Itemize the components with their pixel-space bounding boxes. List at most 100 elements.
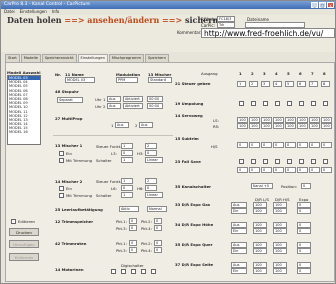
failsafe-checkbox[interactable] [287,159,292,164]
expo-field[interactable]: 0 [297,208,311,214]
reverse-checkbox[interactable] [311,101,316,106]
failsafe-field[interactable]: 0 [321,167,332,173]
subtrim-field[interactable]: 0 [261,142,272,148]
failsafe-field[interactable]: 0 [273,167,284,173]
digiswitch-checkbox-1[interactable] [111,269,116,274]
travel-rs-field[interactable]: 100 [249,123,260,129]
tab-speicheransicht[interactable]: Speicheransicht [41,54,77,62]
multiprop-1-select[interactable]: Aus [115,122,129,128]
expo-field[interactable]: 0 [297,228,311,234]
dr-ls-field[interactable]: 100 [253,228,267,234]
reverse-checkbox[interactable] [287,101,292,106]
mixer1-function-2[interactable]: 2 [145,143,157,149]
remove-button[interactable]: Entfernen [9,253,39,261]
trim-p3-field[interactable]: 0 [129,225,137,231]
mixer-select[interactable]: Standard [148,77,172,83]
travel-rs-field[interactable]: 100 [273,123,284,129]
servo-assign-field[interactable]: 2 [249,81,258,87]
mixer1-l3-field[interactable]: 0 [121,150,133,156]
model-list[interactable]: MODEL 03 MODEL 04 MODEL 05 MODEL 06 MODE… [7,75,41,145]
trim-p4-field[interactable]: 0 [154,225,162,231]
rate-p4-field[interactable]: 0 [154,247,162,253]
servo-assign-field[interactable]: 4 [273,81,282,87]
edit-checkbox[interactable] [11,219,16,224]
mixer2-l6-field[interactable]: 0 [121,185,133,191]
mixer1-h3-field[interactable]: 0 [145,150,157,156]
failsafe-checkbox[interactable] [251,159,256,164]
dr-ls-field[interactable]: 100 [253,208,267,214]
idle-active-select[interactable]: Aktiv [119,206,139,212]
subtrim-field[interactable]: 0 [273,142,284,148]
servo-assign-field[interactable]: 6 [297,81,306,87]
dr-hs-field[interactable]: 100 [273,228,287,234]
failsafe-field[interactable]: 0 [237,167,248,173]
failsafe-checkbox[interactable] [299,159,304,164]
trim-p1-field[interactable]: 0 [129,218,137,224]
comment-url-field[interactable]: http://www.fred-froehlich.de/vu/ [201,28,335,38]
travel-rs-field[interactable]: 100 [309,123,320,129]
failsafe-field[interactable]: 0 [297,167,308,173]
timer1-time[interactable]: 00:00 [147,96,163,102]
timer1-select[interactable]: Aus [107,96,121,102]
failsafe-checkbox[interactable] [323,159,328,164]
servo-assign-field[interactable]: 1 [237,81,246,87]
modulation-select[interactable]: PPM [116,77,138,83]
dr-hs-field[interactable]: 100 [273,268,287,274]
stopwatch-mode-select[interactable]: Separat [57,97,83,103]
subtrim-field[interactable]: 0 [321,142,332,148]
reverse-checkbox[interactable] [323,101,328,106]
subtrim-field[interactable]: 0 [249,142,260,148]
reverse-checkbox[interactable] [239,101,244,106]
tab-modelle[interactable]: Modelle [20,54,41,62]
rate-p2-field[interactable]: 0 [154,240,162,246]
reverse-checkbox[interactable] [299,101,304,106]
failsafe-checkbox[interactable] [239,159,244,164]
dr-ls-field[interactable]: 100 [253,268,267,274]
tab-start[interactable]: Start [5,54,20,62]
digiswitch-checkbox-2[interactable] [121,269,126,274]
trim-p2-field[interactable]: 0 [154,218,162,224]
timer2-time[interactable]: 00:00 [147,103,163,109]
tab-mischprogramm[interactable]: Mischprogramm [108,54,144,62]
digiswitch-checkbox-5[interactable] [151,269,156,274]
expo-field[interactable]: 0 [297,248,311,254]
servo-assign-field[interactable]: 5 [285,81,294,87]
travel-rs-field[interactable]: 100 [285,123,296,129]
subtrim-field[interactable]: 0 [237,142,248,148]
maximize-button[interactable]: □ [319,2,326,8]
mixer1-curve-select[interactable]: Linear [145,157,163,163]
timer1-activate[interactable]: Aktiviert [123,96,143,102]
load-data-label[interactable]: Daten holen [7,15,62,25]
subtrim-field[interactable]: 0 [297,142,308,148]
mixer1-on-checkbox[interactable] [59,151,64,156]
mixer1-function-1[interactable]: 1 [121,143,133,149]
failsafe-field[interactable]: 0 [285,167,296,173]
idle-mode-select[interactable]: Normal [147,206,167,212]
multiprop-2-select[interactable]: Aus [139,122,153,128]
reverse-checkbox[interactable] [275,101,280,106]
failsafe-checkbox[interactable] [263,159,268,164]
servo-assign-field[interactable]: 7 [309,81,318,87]
digiswitch-checkbox-4[interactable] [141,269,146,274]
failsafe-field[interactable]: 0 [261,167,272,173]
subtrim-field[interactable]: 0 [285,142,296,148]
dr-hs-field[interactable]: 100 [273,248,287,254]
close-button[interactable]: x [327,2,334,8]
channel-switch-select[interactable]: Kanal +0 [251,183,273,189]
dr-switch-field[interactable]: Ein [231,248,247,254]
position-field[interactable]: 0 [301,183,311,189]
mixer2-curve-select[interactable]: Linear [145,192,163,198]
reverse-checkbox[interactable] [251,101,256,106]
reverse-checkbox[interactable] [263,101,268,106]
rate-p1-field[interactable]: 0 [129,240,137,246]
subtrim-field[interactable]: 0 [309,142,320,148]
travel-rs-field[interactable]: 100 [261,123,272,129]
mixer2-on-checkbox[interactable] [59,186,64,191]
expo-field[interactable]: 0 [297,268,311,274]
tab-einstellungen[interactable]: Einstellungen [77,54,108,62]
model-name-field[interactable]: MODEL 03 [65,77,95,83]
failsafe-field[interactable]: 0 [309,167,320,173]
tab-speichern[interactable]: Speichern [144,54,169,62]
servo-assign-field[interactable]: 3 [261,81,270,87]
dr-switch-field[interactable]: Ein [231,208,247,214]
